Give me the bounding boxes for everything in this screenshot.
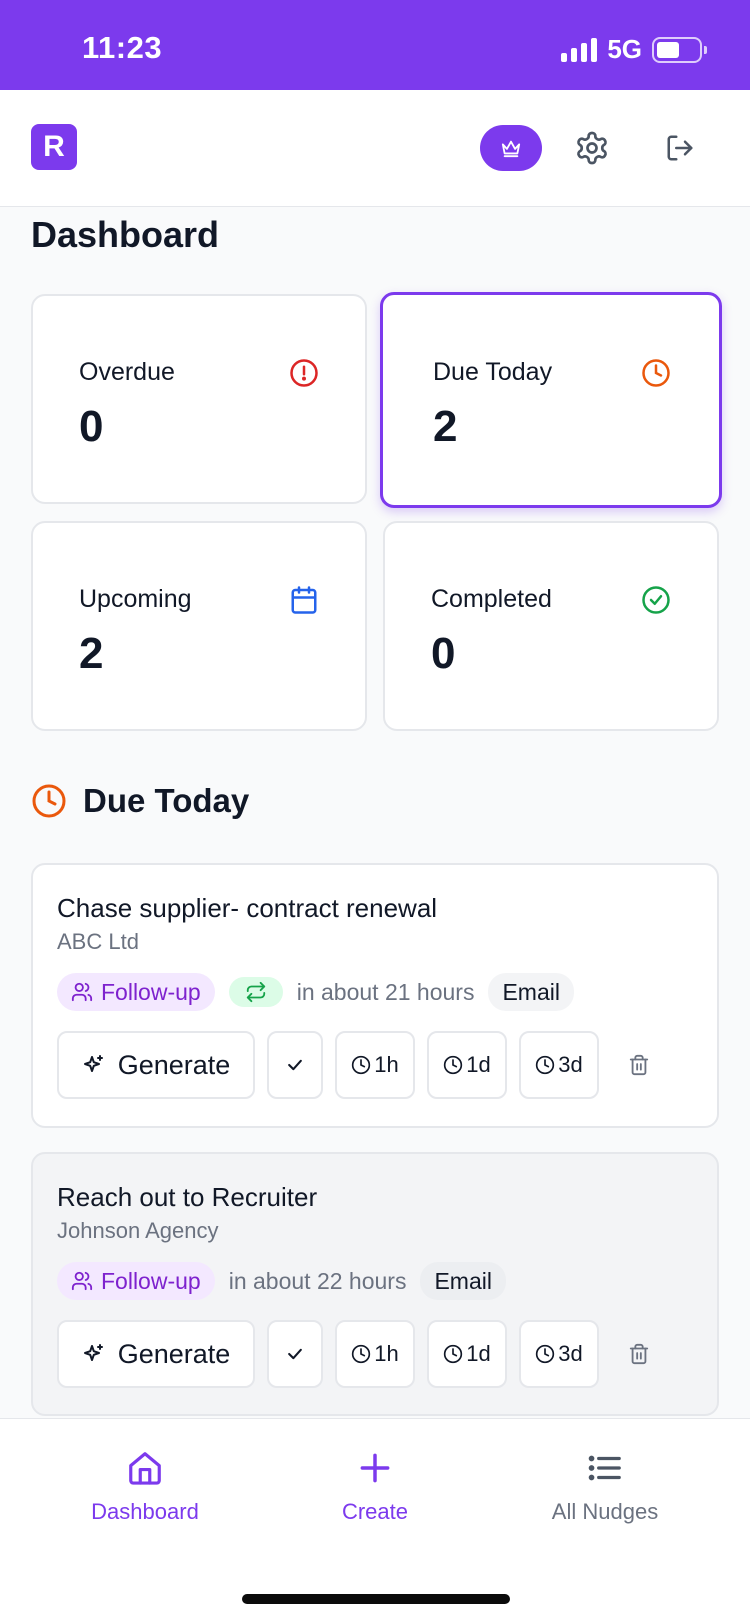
nav-dashboard[interactable]: Dashboard [45, 1449, 245, 1525]
clock-icon [536, 1344, 555, 1364]
snooze-label: 1d [466, 1341, 491, 1366]
stat-value: 0 [431, 629, 456, 678]
type-badge: Follow-up [57, 973, 215, 1011]
stat-card-completed[interactable]: Completed 0 [383, 521, 719, 731]
crown-icon [501, 140, 521, 158]
task-card[interactable]: Chase supplier- contract renewal ABC Ltd… [31, 863, 719, 1128]
stat-label: Overdue [79, 358, 175, 386]
snooze-1d-button[interactable]: 1d [427, 1031, 507, 1099]
clock-icon [352, 1055, 371, 1075]
section-header: Due Today [31, 782, 249, 820]
repeat-icon [246, 981, 265, 1003]
status-bar: 11:23 5G [0, 0, 750, 90]
task-tags: Follow-up in about 22 hours Email [57, 1262, 506, 1300]
snooze-3d-button[interactable]: 3d [519, 1031, 599, 1099]
generate-label: Generate [117, 1338, 231, 1369]
complete-button[interactable] [267, 1320, 323, 1388]
type-badge-label: Follow-up [101, 978, 201, 1005]
alert-circle-icon [290, 359, 318, 387]
plus-icon [360, 1453, 390, 1483]
signal-icon [561, 37, 598, 62]
snooze-label: 1d [466, 1052, 491, 1077]
stat-label: Due Today [433, 358, 553, 386]
generate-label: Generate [117, 1049, 231, 1080]
check-icon [288, 1348, 302, 1360]
home-indicator [242, 1594, 510, 1604]
due-time: in about 22 hours [228, 1267, 407, 1294]
check-circle-icon [642, 586, 670, 614]
nav-label: Dashboard [91, 1499, 199, 1524]
stat-value: 2 [433, 402, 458, 451]
app-logo[interactable]: R [31, 124, 77, 170]
clock-icon [444, 1055, 463, 1075]
status-time: 11:23 [82, 30, 163, 65]
check-icon [288, 1059, 302, 1071]
section-title: Due Today [83, 782, 250, 819]
complete-button[interactable] [267, 1031, 323, 1099]
task-company: Johnson Agency [57, 1218, 219, 1243]
sparkles-icon [83, 1055, 103, 1072]
trash-icon [629, 1343, 649, 1365]
app-header: R [0, 90, 750, 207]
repeat-badge [228, 977, 283, 1007]
task-title: Reach out to Recruiter [57, 1182, 318, 1212]
calendar-icon [291, 586, 317, 614]
battery-icon [652, 36, 707, 63]
task-actions: Generate 1h 1d 3d [57, 1031, 667, 1099]
task-tags: Follow-up in about 21 hours Email [57, 973, 574, 1011]
sparkles-icon [83, 1344, 103, 1361]
bottom-nav: Dashboard Create All Nudges [0, 1418, 750, 1623]
task-card[interactable]: Reach out to Recruiter Johnson Agency Fo… [31, 1152, 719, 1416]
logout-button[interactable] [658, 126, 702, 170]
stat-label: Upcoming [79, 585, 192, 613]
home-icon [129, 1452, 161, 1485]
generate-button[interactable]: Generate [57, 1031, 255, 1099]
settings-button[interactable] [570, 126, 614, 170]
snooze-1h-button[interactable]: 1h [335, 1031, 415, 1099]
generate-button[interactable]: Generate [57, 1320, 255, 1388]
nav-create[interactable]: Create [275, 1449, 475, 1525]
trash-icon [629, 1054, 649, 1076]
logout-icon [667, 135, 693, 161]
stat-card-due-today[interactable]: Due Today 2 [380, 292, 722, 508]
due-time: in about 21 hours [296, 978, 475, 1005]
list-icon [588, 1455, 621, 1481]
delete-button[interactable] [611, 1320, 667, 1388]
clock-icon [32, 784, 66, 818]
task-title: Chase supplier- contract renewal [57, 893, 438, 923]
stat-value: 0 [79, 402, 104, 451]
nav-all-nudges[interactable]: All Nudges [505, 1449, 705, 1525]
nav-label: Create [341, 1499, 409, 1524]
nav-label: All Nudges [551, 1499, 659, 1524]
premium-button[interactable] [480, 125, 542, 171]
type-badge: Follow-up [57, 1262, 215, 1300]
snooze-1h-button[interactable]: 1h [335, 1320, 415, 1388]
snooze-1d-button[interactable]: 1d [427, 1320, 507, 1388]
channel-badge: Email [488, 973, 574, 1011]
snooze-label: 3d [558, 1052, 583, 1077]
stat-card-upcoming[interactable]: Upcoming 2 [31, 521, 367, 731]
delete-button[interactable] [611, 1031, 667, 1099]
gear-icon [577, 131, 607, 165]
users-icon [71, 1271, 93, 1291]
stat-label: Completed [431, 585, 552, 613]
clock-icon [642, 359, 670, 387]
task-company: ABC Ltd [57, 929, 139, 954]
snooze-label: 3d [558, 1341, 583, 1366]
users-icon [71, 982, 93, 1002]
clock-icon [352, 1344, 371, 1364]
snooze-label: 1h [374, 1341, 399, 1366]
snooze-3d-button[interactable]: 3d [519, 1320, 599, 1388]
type-badge-label: Follow-up [101, 1267, 201, 1294]
stat-value: 2 [79, 629, 104, 678]
stat-card-overdue[interactable]: Overdue 0 [31, 294, 367, 504]
channel-badge: Email [420, 1262, 506, 1300]
status-indicators: 5G [561, 34, 707, 65]
clock-icon [536, 1055, 555, 1075]
page-title: Dashboard [31, 214, 220, 255]
network-type: 5G [607, 34, 642, 64]
task-actions: Generate 1h 1d 3d [57, 1320, 667, 1388]
clock-icon [444, 1344, 463, 1364]
snooze-label: 1h [374, 1052, 399, 1077]
